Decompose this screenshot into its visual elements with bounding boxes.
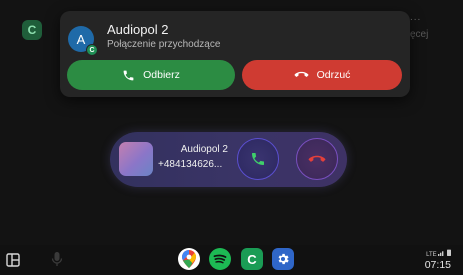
caller-name: Audiopol 2 xyxy=(180,144,228,155)
hang-up-icon xyxy=(308,155,326,162)
spotify-icon[interactable] xyxy=(209,248,231,270)
android-auto-screen: C ... ęcej A C Audiopol 2 Połączenie prz… xyxy=(0,0,463,275)
settings-gear-icon[interactable] xyxy=(272,248,294,270)
notification-title: Audiopol 2 xyxy=(107,22,169,37)
signal-bars-icon xyxy=(438,251,444,256)
battery-icon xyxy=(447,249,451,256)
caller-number: +484134626... xyxy=(158,159,223,170)
answer-label: Odbierz xyxy=(143,69,180,81)
phone-app-badge-icon: C xyxy=(86,44,98,56)
signal-indicator: LTE xyxy=(425,249,451,259)
phone-app-icon[interactable]: C xyxy=(241,248,263,270)
decline-label: Odrzuć xyxy=(316,69,351,81)
dashboard-icon[interactable] xyxy=(6,253,20,267)
pill-decline-button[interactable] xyxy=(296,138,338,180)
caller-avatar xyxy=(119,142,153,176)
lte-label: LTE xyxy=(426,252,437,258)
google-maps-icon[interactable] xyxy=(178,248,200,270)
phone-app-icon[interactable]: C xyxy=(22,20,42,40)
incoming-call-pill: Audiopol 2 +484134626... xyxy=(110,132,347,187)
taskbar: C LTE 07:15 xyxy=(0,245,463,275)
clock: 07:15 xyxy=(424,259,451,271)
incoming-call-notification: A C Audiopol 2 Połączenie przychodzące O… xyxy=(60,11,410,97)
status-area: LTE 07:15 xyxy=(425,249,451,271)
phone-icon xyxy=(252,153,264,165)
pill-answer-button[interactable] xyxy=(237,138,279,180)
more-dots: ... xyxy=(410,12,422,23)
notification-subtitle: Połączenie przychodzące xyxy=(107,39,221,50)
answer-button[interactable]: Odbierz xyxy=(67,60,235,90)
phone-icon xyxy=(123,70,134,80)
background-partial-text: ęcej xyxy=(410,29,429,40)
hang-up-icon xyxy=(294,71,309,77)
microphone-icon[interactable] xyxy=(50,251,64,268)
decline-button[interactable]: Odrzuć xyxy=(242,60,402,90)
